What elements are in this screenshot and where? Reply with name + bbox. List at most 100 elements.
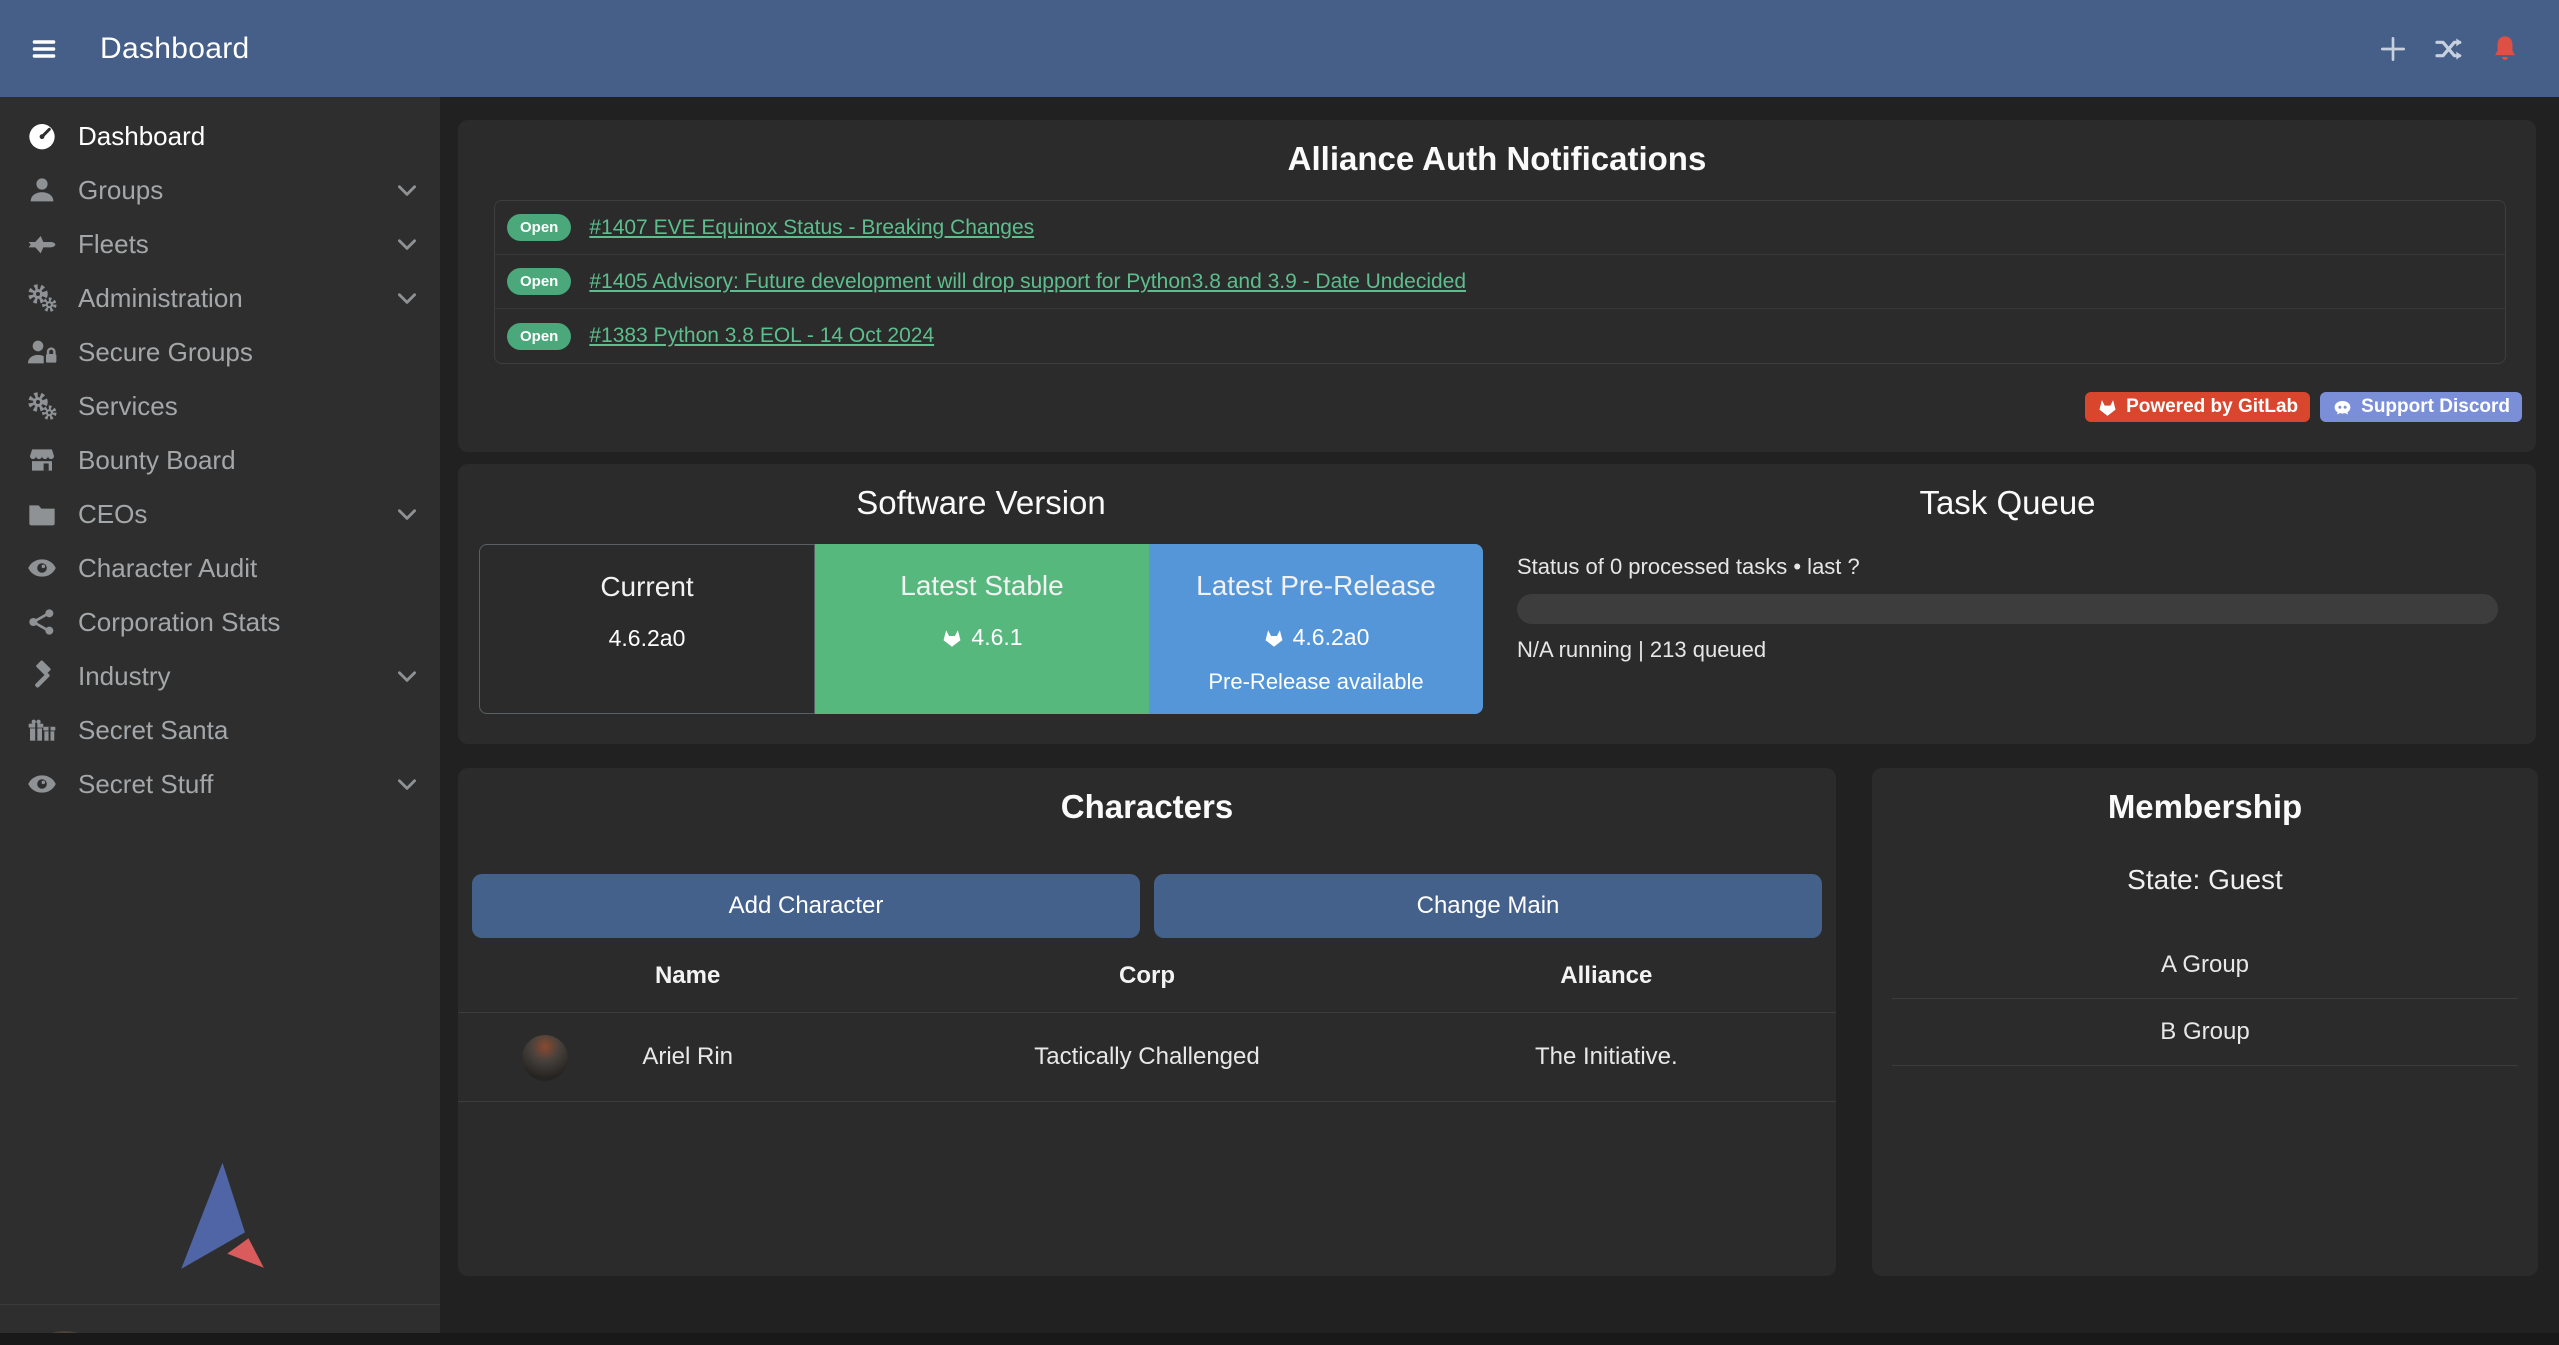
discord-badge-label: Support Discord [2361,396,2510,418]
gitlab-badge-label: Powered by GitLab [2126,396,2298,418]
version-column-title: Current [480,571,814,603]
status-badge: Open [507,323,571,350]
add-icon[interactable] [2377,33,2409,65]
prerelease-note: Pre-Release available [1149,669,1483,695]
notification-link[interactable]: #1405 Advisory: Future development will … [589,270,1466,294]
share-nodes-icon [24,606,60,638]
notification-item: Open #1407 EVE Equinox Status - Breaking… [495,201,2505,255]
version-current: Current 4.6.2a0 [479,544,815,714]
task-queue-section: Task Queue Status of 0 processed tasks •… [1504,464,2536,744]
menu-toggle-button[interactable] [26,34,62,64]
jet-fighter-icon [24,228,60,260]
character-actions: Add Character Change Main [472,874,1822,938]
character-portrait [522,1035,568,1081]
gears-icon [24,282,60,314]
user-lock-icon [24,336,60,368]
gears-icon [24,390,60,422]
sidebar-item-bounty-board[interactable]: Bounty Board [0,433,440,487]
version-number: 4.6.2a0 [609,625,686,652]
table-row: Ariel Rin Tactically Challenged The Init… [458,1012,1836,1102]
chevron-down-icon [394,663,420,689]
sidebar-item-label: Bounty Board [78,445,420,476]
gitlab-fox-icon [941,627,963,649]
sidebar-item-services[interactable]: Services [0,379,440,433]
sidebar-item-groups[interactable]: Groups [0,163,440,217]
status-badge: Open [507,214,571,241]
sidebar-item-label: Groups [78,175,394,206]
character-corp-cell: Tactically Challenged [917,1043,1376,1071]
top-navbar: Dashboard [0,0,2559,97]
sidebar: Dashboard Groups Fleets Administration S… [0,97,440,1345]
column-header-corp: Corp [917,962,1376,990]
gitlab-badge[interactable]: Powered by GitLab [2085,392,2310,422]
chevron-down-icon [394,501,420,527]
chevron-down-icon [394,177,420,203]
page-bottom-strip [0,1333,2559,1345]
task-queue-count-text: N/A running | 213 queued [1517,637,2498,663]
panel-title: Software Version [458,464,1504,522]
panel-title: Characters [458,768,1836,826]
sidebar-item-administration[interactable]: Administration [0,271,440,325]
notifications-list: Open #1407 EVE Equinox Status - Breaking… [494,200,2506,364]
version-columns: Current 4.6.2a0 Latest Stable 4.6.1 Late… [479,544,1483,714]
sidebar-item-secret-santa[interactable]: Secret Santa [0,703,440,757]
version-taskqueue-panel: Software Version Current 4.6.2a0 Latest … [458,464,2536,744]
membership-state: State: Guest [1872,864,2538,896]
panel-title: Alliance Auth Notifications [458,120,2536,178]
notification-item: Open #1405 Advisory: Future development … [495,255,2505,309]
sidebar-item-label: Secret Santa [78,715,420,746]
version-number: 4.6.1 [971,624,1022,651]
chevron-down-icon [394,285,420,311]
version-column-title: Latest Pre-Release [1149,570,1483,602]
sidebar-item-label: Secret Stuff [78,769,394,800]
sidebar-item-secret-stuff[interactable]: Secret Stuff [0,757,440,811]
hammer-icon [24,660,60,692]
sidebar-item-ceos[interactable]: CEOs [0,487,440,541]
page-title: Dashboard [100,32,249,66]
sidebar-item-label: Dashboard [78,121,420,152]
version-number: 4.6.2a0 [1293,624,1370,651]
column-header-alliance: Alliance [1377,962,1836,990]
sidebar-item-dashboard[interactable]: Dashboard [0,109,440,163]
change-main-button[interactable]: Change Main [1154,874,1822,938]
sidebar-menu: Dashboard Groups Fleets Administration S… [0,97,440,811]
membership-groups-list: A Group B Group [1892,932,2518,1066]
shop-icon [24,444,60,476]
sidebar-item-label: Services [78,391,420,422]
notification-link[interactable]: #1407 EVE Equinox Status - Breaking Chan… [589,216,1034,240]
gitlab-fox-icon [1263,627,1285,649]
alliance-auth-notifications-panel: Alliance Auth Notifications Open #1407 E… [458,120,2536,452]
membership-panel: Membership State: Guest A Group B Group [1872,768,2538,1276]
notification-link[interactable]: #1383 Python 3.8 EOL - 14 Oct 2024 [589,324,934,348]
sidebar-item-industry[interactable]: Industry [0,649,440,703]
notifications-bell-icon[interactable] [2489,33,2521,65]
version-latest-prerelease: Latest Pre-Release 4.6.2a0 Pre-Release a… [1149,544,1483,714]
sidebar-item-label: Character Audit [78,553,420,584]
sidebar-item-secure-groups[interactable]: Secure Groups [0,325,440,379]
sidebar-item-label: Industry [78,661,394,692]
status-badge: Open [507,268,571,295]
task-queue-progress-bar [1517,594,2498,624]
shuffle-icon[interactable] [2433,33,2465,65]
task-queue-status-text: Status of 0 processed tasks • last ? [1517,554,2498,580]
sidebar-item-fleets[interactable]: Fleets [0,217,440,271]
discord-badge[interactable]: Support Discord [2320,392,2522,422]
add-character-button[interactable]: Add Character [472,874,1140,938]
chevron-down-icon [394,771,420,797]
panel-title: Membership [1872,768,2538,826]
sidebar-item-label: Administration [78,283,394,314]
sidebar-item-label: CEOs [78,499,394,530]
characters-panel: Characters Add Character Change Main Nam… [458,768,1836,1276]
list-item: A Group [1892,932,2518,999]
gifts-icon [24,714,60,746]
external-badges: Powered by GitLab Support Discord [2085,392,2522,422]
column-header-name: Name [458,962,917,990]
gauge-icon [24,120,60,152]
sidebar-item-label: Fleets [78,229,394,260]
eye-icon [24,768,60,800]
sidebar-item-corporation-stats[interactable]: Corporation Stats [0,595,440,649]
list-item: B Group [1892,999,2518,1066]
sidebar-item-character-audit[interactable]: Character Audit [0,541,440,595]
eye-icon [24,552,60,584]
navbar-actions [2377,33,2521,65]
